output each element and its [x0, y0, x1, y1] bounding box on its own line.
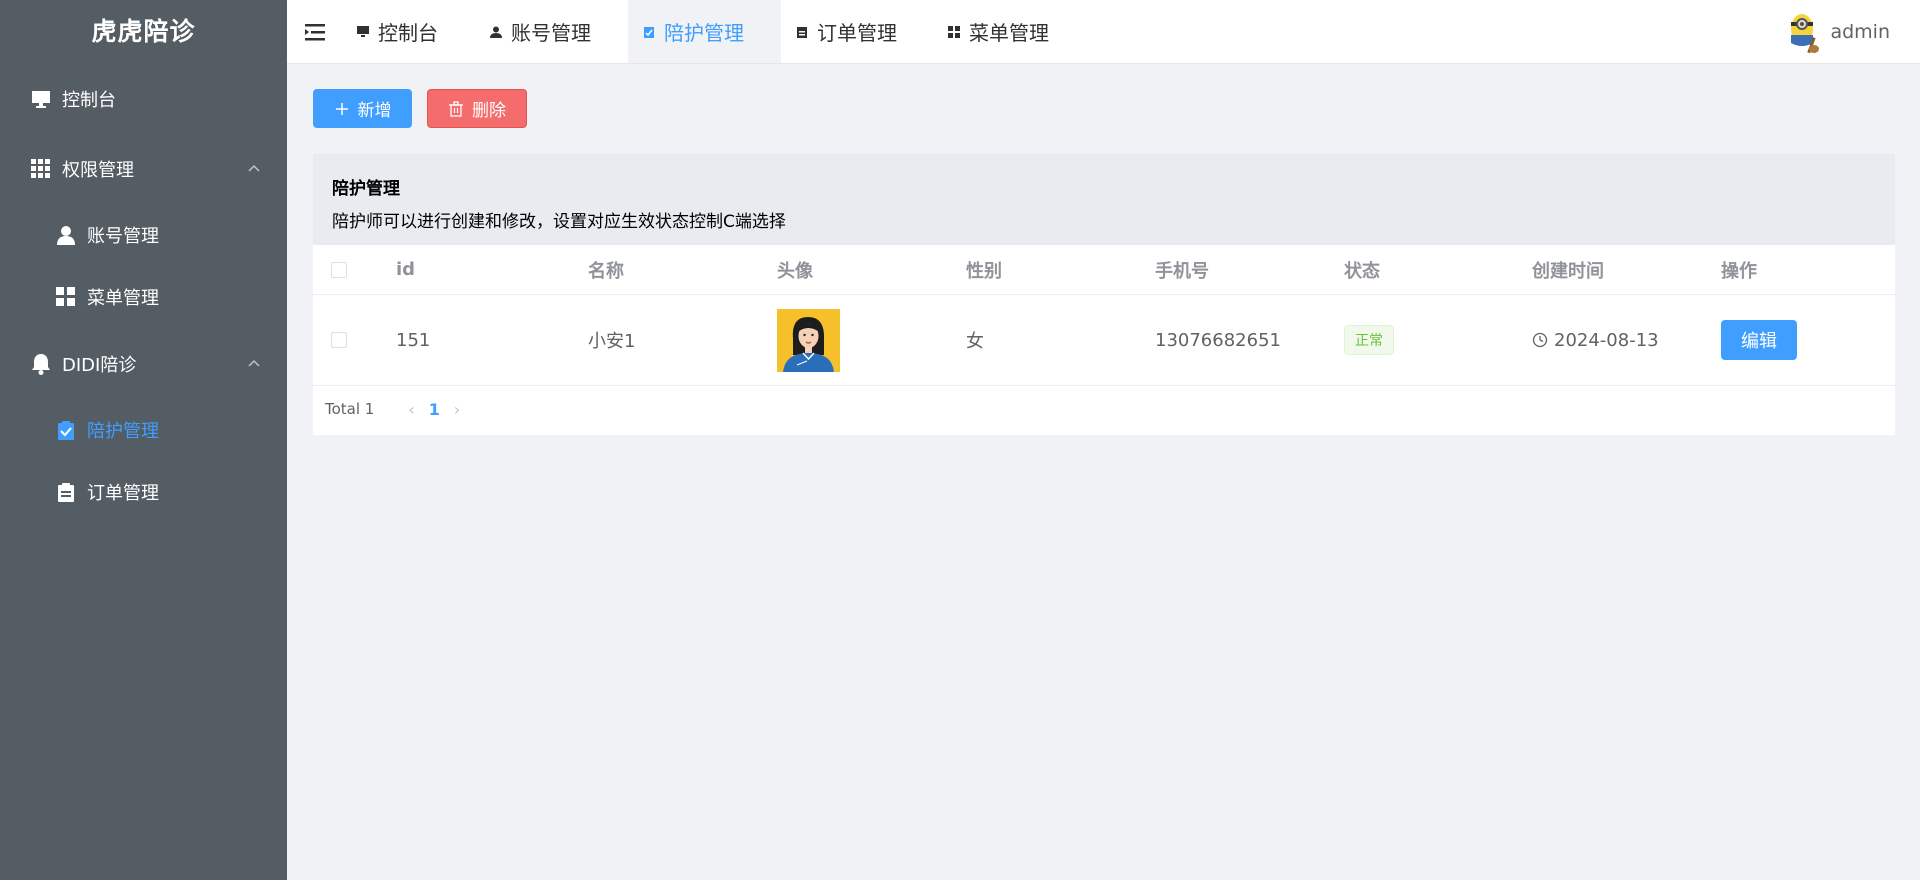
- escort-panel: 陪护管理 陪护师可以进行创建和修改，设置对应生效状态控制C端选择 id 名称 头…: [313, 154, 1895, 435]
- column-header: 名称: [588, 260, 624, 282]
- column-header: 头像: [777, 260, 813, 282]
- monitor-icon: [356, 25, 370, 39]
- clipboard-icon: [55, 481, 77, 503]
- add-button[interactable]: 新增: [313, 89, 412, 128]
- trash-icon: [449, 100, 463, 117]
- sidebar-item-label: 权限管理: [62, 160, 134, 181]
- avatar: [1791, 14, 1820, 54]
- sidebar-item-label: 菜单管理: [87, 288, 159, 309]
- bell-icon: [30, 353, 52, 375]
- column-header: 手机号: [1155, 260, 1209, 282]
- cell-created: 2024-08-13: [1532, 295, 1659, 385]
- sidebar-item-orders[interactable]: 订单管理: [0, 467, 287, 517]
- grid-icon: [30, 158, 52, 180]
- column-header: id: [396, 259, 416, 280]
- cell-name: 小安1: [588, 331, 636, 352]
- chevron-up-icon: [248, 359, 260, 367]
- prev-page-icon[interactable]: ‹: [408, 400, 414, 419]
- sidebar-item-escort[interactable]: 陪护管理: [0, 405, 287, 455]
- panel-header: 陪护管理 陪护师可以进行创建和修改，设置对应生效状态控制C端选择: [313, 154, 1895, 245]
- sidebar-item-permissions[interactable]: 权限管理: [0, 144, 287, 194]
- delete-button-label: 删除: [472, 101, 506, 121]
- table-header: id 名称 头像 性别 手机号 状态 创建时间 操作: [313, 245, 1895, 295]
- brand-title: 虎虎陪诊: [91, 17, 196, 46]
- page-number[interactable]: 1: [429, 400, 440, 419]
- tab-orders[interactable]: 订单管理: [781, 0, 911, 63]
- panel-description: 陪护师可以进行创建和修改，设置对应生效状态控制C端选择: [332, 212, 786, 232]
- cell-id: 151: [396, 329, 431, 351]
- tab-accounts[interactable]: 账号管理: [475, 0, 605, 63]
- sidebar-item-label: 订单管理: [87, 483, 159, 504]
- apps-icon: [947, 25, 961, 39]
- cell-status: 正常: [1344, 295, 1394, 385]
- pagination: Total 1 ‹ 1 ›: [325, 394, 474, 424]
- panel-title: 陪护管理: [332, 179, 400, 199]
- sidebar-item-label: 账号管理: [87, 226, 159, 247]
- top-header: 控制台 账号管理 陪护管理 订单管理 菜单管理 admin: [287, 0, 1920, 64]
- tab-label: 订单管理: [817, 21, 897, 45]
- tab-label: 控制台: [378, 21, 438, 45]
- monitor-icon: [30, 88, 52, 110]
- user-icon: [55, 224, 77, 246]
- created-date: 2024-08-13: [1554, 329, 1659, 351]
- column-header: 状态: [1344, 260, 1380, 282]
- tab-menus[interactable]: 菜单管理: [933, 0, 1063, 63]
- sidebar-item-label: 陪护管理: [87, 421, 159, 442]
- apps-icon: [55, 286, 77, 308]
- clock-icon: [1532, 332, 1548, 348]
- escort-photo: [777, 308, 840, 372]
- menu-toggle-icon[interactable]: [305, 22, 325, 42]
- cell-gender: 女: [966, 331, 984, 352]
- tab-label: 陪护管理: [664, 21, 744, 45]
- chevron-up-icon: [248, 164, 260, 172]
- row-select-cell: [331, 295, 347, 385]
- tab-label: 菜单管理: [969, 21, 1049, 45]
- user-icon: [489, 25, 503, 39]
- next-page-icon[interactable]: ›: [454, 400, 460, 419]
- sidebar-item-accounts[interactable]: 账号管理: [0, 210, 287, 260]
- sidebar-item-menus[interactable]: 菜单管理: [0, 272, 287, 322]
- tab-escort[interactable]: 陪护管理: [628, 0, 781, 63]
- column-header: 创建时间: [1532, 260, 1604, 282]
- column-header: 性别: [966, 260, 1002, 282]
- cell-phone: 13076682651: [1155, 329, 1281, 351]
- select-all-cell: [331, 245, 347, 294]
- delete-button[interactable]: 删除: [427, 89, 527, 128]
- user-menu[interactable]: admin: [1780, 8, 1890, 56]
- clipboard-check-icon: [55, 419, 77, 441]
- status-badge: 正常: [1344, 325, 1394, 355]
- sidebar-item-dashboard[interactable]: 控制台: [0, 74, 287, 124]
- cell-actions: 编辑: [1721, 295, 1797, 385]
- sidebar: 虎虎陪诊 控制台 权限管理 账号管理 菜单管理 DIDI陪诊 陪护管理 订单管理: [0, 0, 287, 880]
- sidebar-item-didi[interactable]: DIDI陪诊: [0, 339, 287, 389]
- sidebar-item-label: 控制台: [62, 90, 116, 111]
- table-row: 151 小安1 女 13076682651 正常 2024-08-13 编辑: [313, 295, 1895, 386]
- username: admin: [1830, 21, 1890, 43]
- cell-avatar: [777, 295, 840, 385]
- sidebar-item-label: DIDI陪诊: [62, 355, 137, 376]
- tab-dashboard[interactable]: 控制台: [342, 0, 452, 63]
- column-header: 操作: [1721, 260, 1757, 282]
- edit-button[interactable]: 编辑: [1721, 320, 1797, 360]
- row-checkbox[interactable]: [331, 332, 347, 348]
- clipboard-icon: [795, 25, 809, 39]
- add-button-label: 新增: [357, 101, 392, 121]
- clipboard-check-icon: [642, 25, 656, 39]
- select-all-checkbox[interactable]: [331, 261, 347, 278]
- tab-label: 账号管理: [511, 21, 591, 45]
- pagination-total: Total 1: [325, 400, 375, 418]
- plus-icon: [335, 102, 348, 115]
